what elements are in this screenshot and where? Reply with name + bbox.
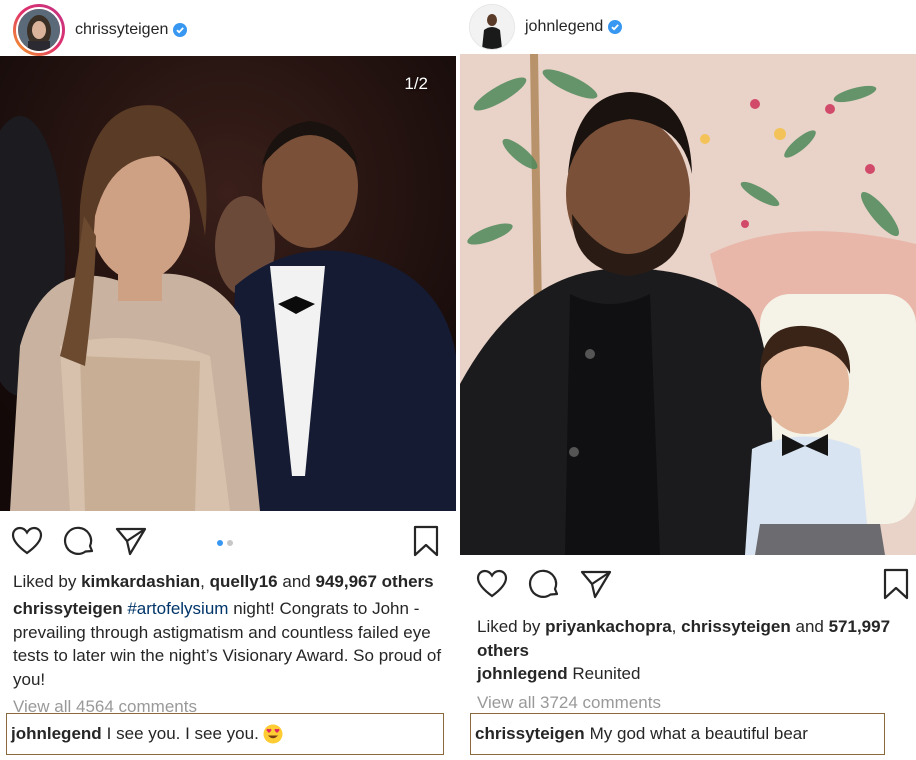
post-photo[interactable] <box>460 54 916 555</box>
carousel-dot-active <box>217 540 223 546</box>
view-all-comments[interactable]: View all 3724 comments <box>477 693 661 713</box>
post-actions <box>0 524 456 564</box>
caption-username[interactable]: chrissyteigen <box>13 599 123 618</box>
left-post: chrissyteigen 1/2 Liked by kimkardashian… <box>0 0 456 760</box>
comment-icon[interactable] <box>528 567 562 601</box>
verified-badge-icon <box>173 23 188 37</box>
bookmark-icon[interactable] <box>409 524 443 558</box>
liker-username[interactable]: quelly16 <box>210 572 278 591</box>
heart-eyes-emoji-icon <box>263 724 283 744</box>
liker-username[interactable]: priyankachopra <box>545 617 672 636</box>
liker-username[interactable]: kimkardashian <box>81 572 200 591</box>
likes-prefix: Liked by <box>13 572 77 591</box>
caption: johnlegend Reunited <box>477 662 906 686</box>
carousel-counter: 1/2 <box>404 74 428 93</box>
share-icon[interactable] <box>579 567 613 601</box>
comment-text: I see you. I see you. <box>106 724 259 743</box>
comment-text: My god what a beautiful bear <box>589 724 808 743</box>
right-post: johnlegend Liked by priyankachopra, chri… <box>460 0 916 760</box>
comment-username[interactable]: chrissyteigen <box>475 724 585 744</box>
caption-hashtag[interactable]: #artofelysium <box>127 599 228 618</box>
likes-separator: , <box>200 572 205 591</box>
verified-badge-icon <box>608 20 623 34</box>
comment-username[interactable]: johnlegend <box>11 724 102 744</box>
post-header: chrissyteigen <box>0 2 456 58</box>
comment-icon[interactable] <box>63 524 97 558</box>
share-icon[interactable] <box>114 524 148 558</box>
avatar[interactable] <box>469 4 515 50</box>
avatar-story-ring[interactable] <box>13 4 65 56</box>
heart-icon[interactable] <box>475 567 509 601</box>
caption-username[interactable]: johnlegend <box>477 664 568 683</box>
post-author-username[interactable]: johnlegend <box>525 18 603 36</box>
caption-text: Reunited <box>572 664 641 683</box>
liker-username[interactable]: chrissyteigen <box>681 617 791 636</box>
bookmark-icon[interactable] <box>879 567 913 601</box>
heart-icon[interactable] <box>10 524 44 558</box>
likes-and: and <box>795 617 824 636</box>
post-header: johnlegend <box>460 0 916 54</box>
post-author-username[interactable]: chrissyteigen <box>75 21 168 39</box>
avatar <box>16 7 62 53</box>
carousel-dot <box>227 540 233 546</box>
likes-prefix: Liked by <box>477 617 541 636</box>
likes-separator: , <box>671 617 677 636</box>
likes-count[interactable]: 949,967 others <box>315 572 433 591</box>
likes-and: and <box>282 572 311 591</box>
carousel-indicator <box>217 540 233 546</box>
likes-line: Liked by priyankachopra, chrissyteigen a… <box>477 615 906 662</box>
highlighted-comment: johnlegend I see you. I see you. <box>6 713 444 755</box>
caption: chrissyteigen #artofelysium night! Congr… <box>13 597 446 691</box>
post-actions <box>460 567 916 607</box>
highlighted-comment: chrissyteigen My god what a beautiful be… <box>470 713 885 755</box>
post-photo[interactable]: 1/2 <box>0 56 456 511</box>
likes-line: Liked by kimkardashian, quelly16 and 949… <box>13 570 446 594</box>
